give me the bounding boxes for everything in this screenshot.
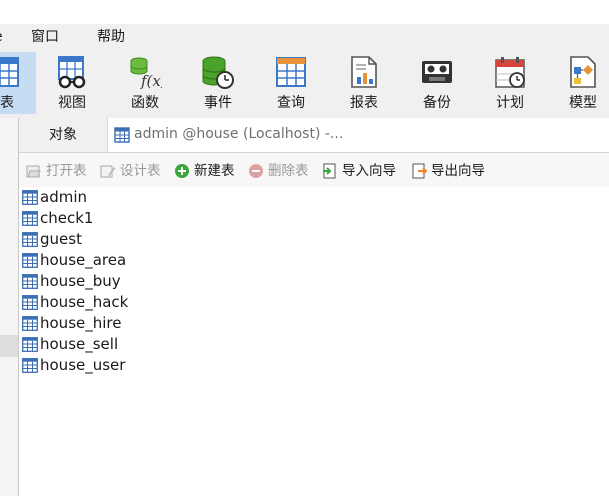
import-icon	[323, 163, 336, 179]
main-toolbar: 表 视图 f(x) 函数	[0, 50, 609, 119]
toolbar-table-label: 表	[0, 95, 14, 111]
table-icon	[114, 127, 130, 143]
minus-icon	[249, 164, 263, 178]
table-icon	[22, 211, 38, 226]
report-icon	[351, 56, 377, 88]
title-strip	[0, 0, 609, 24]
table-name: house_sell	[40, 335, 119, 353]
open-table-icon	[26, 165, 41, 178]
table-name: check1	[40, 209, 94, 227]
toolbar-event-button[interactable]: 事件	[186, 52, 250, 114]
toolbar-function-label: 函数	[131, 95, 159, 111]
table-icon	[22, 274, 38, 289]
table-icon	[22, 358, 38, 373]
table-list: admin check1 guest house_area house_buy …	[22, 187, 609, 496]
connection-tree-pane[interactable]	[0, 118, 19, 496]
export-wizard-button[interactable]: 导出向导	[411, 161, 495, 181]
toolbar-view-button[interactable]: 视图	[40, 52, 104, 114]
new-table-label: 新建表	[194, 163, 235, 179]
design-table-label: 设计表	[120, 163, 161, 179]
menu-bar: e 窗口 帮助	[0, 24, 609, 50]
table-row[interactable]: house_buy	[22, 271, 222, 292]
toolbar-function-button[interactable]: f(x) 函数	[113, 52, 177, 114]
tree-selected-row[interactable]	[0, 335, 18, 357]
table-icon	[22, 295, 38, 310]
tab-query[interactable]: admin @house (Localhost) -...	[107, 118, 609, 152]
event-icon	[202, 56, 234, 89]
toolbar-schedule-button[interactable]: 计划	[478, 52, 542, 114]
plus-icon	[175, 164, 189, 178]
toolbar-schedule-label: 计划	[496, 95, 524, 111]
table-name: house_area	[40, 251, 127, 269]
export-icon	[412, 163, 427, 179]
table-icon	[22, 316, 38, 331]
tab-bar: 对象 admin @house (Localhost) -...	[19, 118, 609, 153]
export-wizard-label: 导出向导	[431, 163, 485, 179]
table-icon	[22, 232, 38, 247]
table-icon	[0, 57, 19, 87]
object-toolbar: 打开表 设计表 新建表 删除表 导入向导 导出向导	[19, 153, 609, 187]
schedule-icon	[495, 57, 525, 88]
model-icon	[570, 56, 596, 88]
new-table-button[interactable]: 新建表	[174, 161, 244, 181]
toolbar-backup-label: 备份	[423, 95, 451, 111]
menu-window[interactable]: 窗口	[31, 29, 59, 45]
table-name: house_buy	[40, 272, 121, 290]
toolbar-model-button[interactable]: 模型	[551, 52, 609, 114]
table-icon	[22, 337, 38, 352]
table-row[interactable]: house_area	[22, 250, 222, 271]
design-table-icon	[100, 165, 116, 178]
table-row[interactable]: house_user	[22, 355, 222, 376]
import-wizard-button[interactable]: 导入向导	[322, 161, 406, 181]
view-icon	[58, 56, 86, 89]
table-name: house_hire	[40, 314, 122, 332]
table-name: house_user	[40, 356, 126, 374]
menu-item-partial[interactable]: e	[0, 29, 3, 45]
toolbar-query-label: 查询	[277, 95, 305, 111]
table-row[interactable]: house_sell	[22, 334, 222, 355]
table-icon	[22, 190, 38, 205]
toolbar-report-button[interactable]: 报表	[332, 52, 396, 114]
delete-table-button[interactable]: 删除表	[248, 161, 318, 181]
import-wizard-label: 导入向导	[342, 163, 396, 179]
open-table-button[interactable]: 打开表	[26, 161, 96, 181]
query-icon	[276, 57, 306, 87]
design-table-button[interactable]: 设计表	[100, 161, 170, 181]
function-icon: f(x)	[130, 57, 162, 89]
backup-icon	[422, 61, 452, 83]
svg-text:f(x): f(x)	[140, 72, 162, 89]
menu-help[interactable]: 帮助	[97, 29, 125, 45]
delete-table-label: 删除表	[268, 163, 309, 179]
toolbar-event-label: 事件	[204, 95, 232, 111]
toolbar-report-label: 报表	[350, 95, 378, 111]
table-name: guest	[40, 230, 82, 248]
toolbar-table-button[interactable]: 表	[0, 52, 36, 114]
toolbar-model-label: 模型	[569, 95, 597, 111]
open-table-label: 打开表	[46, 163, 87, 179]
toolbar-backup-button[interactable]: 备份	[405, 52, 469, 114]
table-row[interactable]: check1	[22, 208, 222, 229]
table-name: house_hack	[40, 293, 129, 311]
toolbar-view-label: 视图	[58, 95, 86, 111]
tab-objects[interactable]: 对象	[19, 118, 107, 152]
table-row[interactable]: guest	[22, 229, 222, 250]
table-row[interactable]: house_hire	[22, 313, 222, 334]
table-row[interactable]: house_hack	[22, 292, 222, 313]
table-icon	[22, 253, 38, 268]
tab-query-title: admin @house (Localhost) -...	[134, 126, 344, 142]
table-name: admin	[40, 188, 87, 206]
toolbar-query-button[interactable]: 查询	[259, 52, 323, 114]
table-row[interactable]: admin	[22, 187, 222, 208]
